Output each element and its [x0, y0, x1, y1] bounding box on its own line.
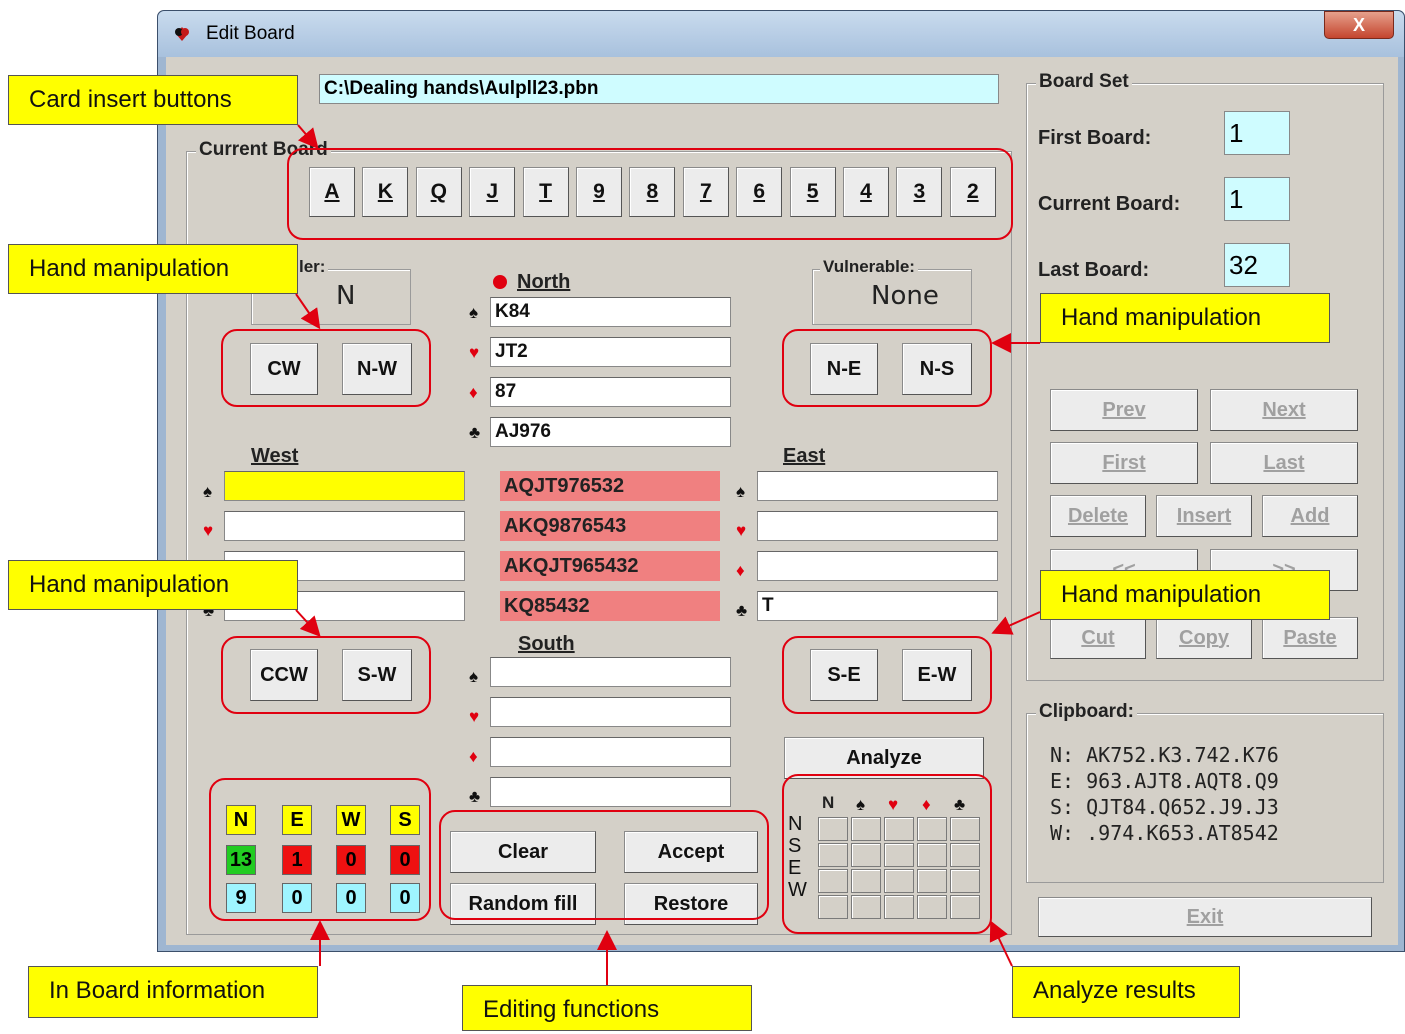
- callout-arrows: [295, 124, 1041, 985]
